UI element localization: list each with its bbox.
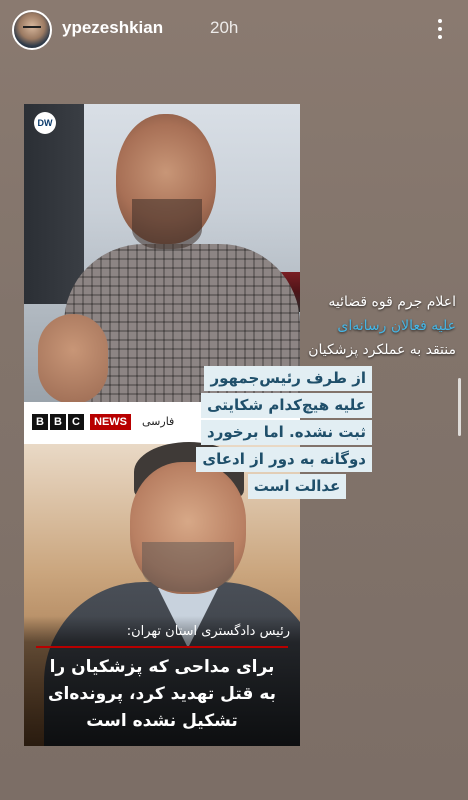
dw-caption-line: منتقد به عملکرد پزشکیان	[308, 342, 456, 358]
dw-logo: DW	[34, 112, 56, 134]
bbc-language-label: فارسی	[142, 415, 175, 428]
bbc-caption-body: برای مداحی که پزشکیان را به قتل تهدید کر…	[34, 654, 290, 735]
username[interactable]: ypezeshkian	[62, 18, 163, 38]
sticker-line: ثبت نشده. اما برخورد	[201, 420, 372, 445]
bbc-caption-line: به قتل تهدید کرد، پرونده‌ای	[47, 684, 277, 704]
scroll-indicator[interactable]	[458, 378, 461, 436]
person-beard	[142, 542, 234, 592]
more-options-button[interactable]	[428, 14, 452, 44]
bbc-logo-letter: B	[32, 414, 48, 430]
bbc-logo: B B C	[32, 414, 84, 430]
bbc-caption-divider	[36, 646, 288, 648]
sticker-line: از طرف رئیس‌جمهور	[204, 366, 372, 391]
avatar-glasses	[23, 26, 41, 32]
bbc-caption-title: رئیس دادگستری استان تهران:	[126, 624, 290, 639]
bbc-logo-letter: C	[68, 414, 84, 430]
bbc-news-label: NEWS	[90, 414, 131, 430]
profile-avatar[interactable]	[12, 10, 52, 50]
bbc-caption-line: برای مداحی که پزشکیان را	[49, 657, 275, 677]
dw-news-card: DW	[24, 104, 300, 402]
more-dot-icon	[438, 19, 442, 23]
background-shelf	[24, 104, 84, 304]
story-header: ypezeshkian 20h	[0, 0, 468, 64]
bbc-caption-line: تشکیل نشده است	[86, 711, 238, 731]
sticker-line: عدالت است	[247, 474, 347, 499]
sticker-line: دوگانه به دور از ادعای	[196, 447, 372, 472]
text-sticker: از طرف رئیس‌جمهور علیه هیچ‌کدام شکایتی ث…	[196, 366, 372, 501]
story-timestamp: 20h	[210, 18, 239, 37]
more-dot-icon	[438, 27, 442, 31]
person-hand	[38, 314, 108, 402]
person-beard	[132, 199, 202, 249]
sticker-line: علیه هیچ‌کدام شکایتی	[201, 393, 372, 418]
dw-caption-line: اعلام جرم قوه قضائیه	[328, 294, 456, 310]
more-dot-icon	[438, 35, 442, 39]
bbc-logo-letter: B	[50, 414, 66, 430]
dw-caption-line-highlight: علیه فعالان رسانه‌ای	[337, 318, 456, 334]
